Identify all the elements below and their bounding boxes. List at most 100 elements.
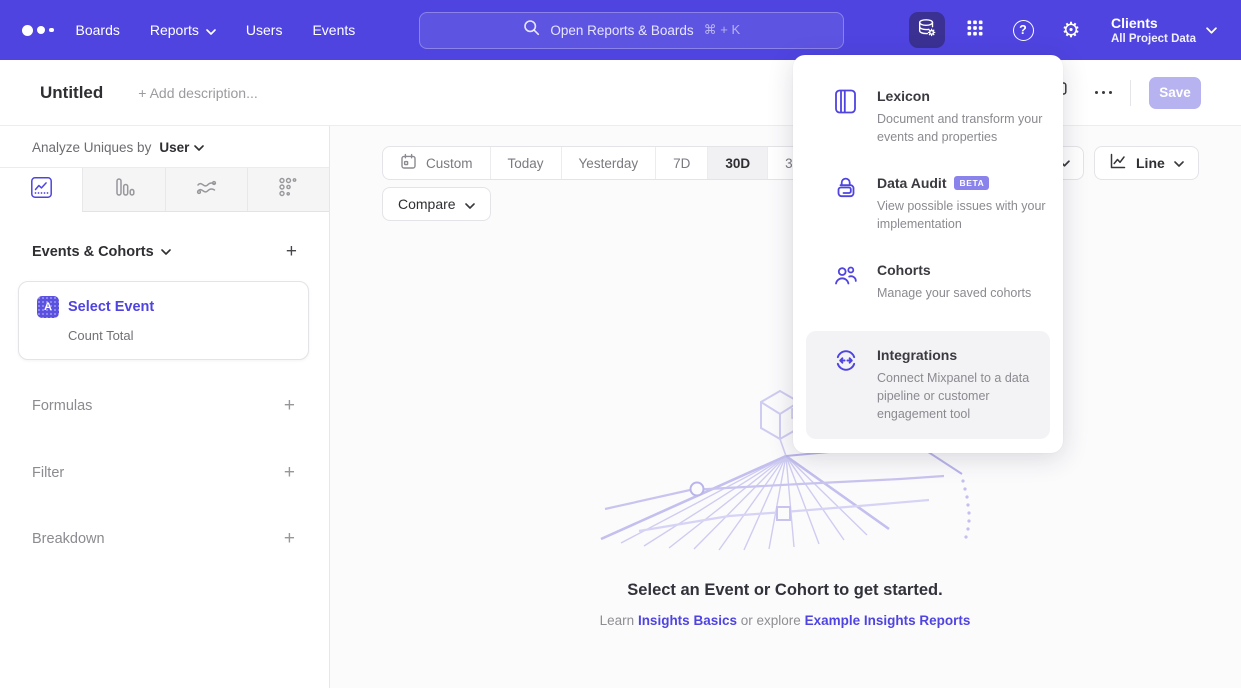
nav-reports-label: Reports	[150, 22, 199, 38]
date-range-label: 7D	[673, 156, 690, 171]
compare-dropdown[interactable]: Compare	[382, 187, 491, 221]
data-audit-icon	[833, 175, 859, 203]
flow-tab-icon	[195, 176, 218, 204]
chevron-down-icon	[206, 22, 216, 38]
formulas-section: Formulas +	[32, 396, 295, 415]
chevron-down-icon	[465, 196, 475, 212]
event-letter-badge: A	[37, 296, 59, 318]
date-range-30d-selected[interactable]: 30D	[707, 147, 767, 179]
query-sidebar: Analyze Uniques by User	[0, 126, 330, 688]
add-description-field[interactable]: + Add description...	[138, 85, 257, 101]
nav-events-label: Events	[312, 22, 355, 38]
report-title[interactable]: Untitled	[40, 83, 103, 103]
add-event-button[interactable]: +	[286, 242, 297, 261]
empty-state-title: Select an Event or Cohort to get started…	[330, 581, 1240, 600]
add-formula-button[interactable]: +	[284, 396, 295, 415]
date-range-7d[interactable]: 7D	[655, 147, 707, 179]
menu-item-description: Connect Mixpanel to a data pipeline or c…	[877, 369, 1034, 423]
add-filter-button[interactable]: +	[284, 463, 295, 482]
analyze-by-dropdown[interactable]: User	[159, 140, 204, 155]
select-event-button[interactable]: Select Event	[68, 299, 154, 315]
events-cohorts-dropdown[interactable]: Events & Cohorts	[32, 244, 171, 260]
search-shortcut: ⌘ + K	[704, 22, 741, 38]
cohorts-people-icon	[833, 262, 859, 290]
menu-item-description: View possible issues with your implement…	[877, 197, 1047, 233]
beta-badge: BETA	[954, 176, 989, 191]
search-icon	[523, 19, 540, 41]
chevron-down-icon	[1206, 21, 1217, 39]
tab-insights-line[interactable]	[0, 168, 82, 212]
question-icon: ?	[1013, 20, 1034, 41]
formulas-label: Formulas	[32, 398, 92, 414]
project-selector[interactable]: Clients All Project Data	[1111, 15, 1217, 45]
help-button[interactable]: ?	[1005, 12, 1041, 48]
example-reports-link[interactable]: Example Insights Reports	[805, 613, 971, 628]
search-placeholder: Open Reports & Boards	[550, 23, 693, 38]
logo-dot	[49, 28, 54, 33]
chart-type-label: Line	[1136, 155, 1165, 171]
middle-text: or explore	[741, 613, 801, 628]
tab-bar-chart[interactable]	[82, 168, 164, 212]
more-options-button[interactable]	[1095, 91, 1113, 95]
logo-dot	[22, 25, 33, 36]
chart-type-dropdown[interactable]: Line	[1094, 146, 1199, 180]
nav-boards[interactable]: Boards	[76, 22, 120, 38]
filter-section: Filter +	[32, 463, 295, 482]
date-range-label: Custom	[426, 156, 473, 171]
save-button[interactable]: Save	[1149, 77, 1201, 109]
menu-item-description: Document and transform your events and p…	[877, 110, 1047, 146]
chevron-down-icon	[194, 145, 204, 151]
chevron-down-icon	[161, 249, 171, 255]
mixpanel-insights-app: Boards Reports Users Events Open Reports…	[0, 0, 1241, 688]
date-range-custom[interactable]: Custom	[383, 147, 490, 179]
menu-item-title: Integrations	[877, 347, 1034, 363]
chart-type-tabs	[0, 167, 329, 212]
mixpanel-logo[interactable]	[22, 25, 54, 36]
grid-icon	[965, 18, 985, 43]
report-canvas: Custom Today Yesterday 7D 30D 3M 6M	[330, 126, 1241, 688]
navbar-right-tools: ? ⚙ Clients All Project Data	[909, 12, 1217, 48]
menu-item-data-audit[interactable]: Data Audit BETA View possible issues wit…	[793, 175, 1063, 233]
empty-state: Select an Event or Cohort to get started…	[330, 581, 1240, 628]
menu-item-integrations[interactable]: Integrations Connect Mixpanel to a data …	[806, 331, 1050, 439]
nav-users[interactable]: Users	[246, 22, 283, 38]
learn-prefix: Learn	[600, 613, 635, 628]
analyze-prefix: Analyze Uniques by	[32, 140, 151, 155]
insights-basics-link[interactable]: Insights Basics	[638, 613, 737, 628]
bar-chart-tab-icon	[113, 176, 135, 203]
menu-item-title: Lexicon	[877, 88, 1047, 104]
events-cohorts-header: Events & Cohorts +	[32, 242, 297, 261]
date-range-today[interactable]: Today	[490, 147, 561, 179]
tab-retention[interactable]	[247, 168, 329, 212]
menu-item-title: Cohorts	[877, 262, 1031, 278]
menu-item-lexicon[interactable]: Lexicon Document and transform your even…	[793, 88, 1063, 146]
line-chart-icon	[1109, 152, 1127, 175]
events-cohorts-label: Events & Cohorts	[32, 244, 154, 260]
menu-item-description: Manage your saved cohorts	[877, 284, 1031, 302]
settings-button[interactable]: ⚙	[1053, 12, 1089, 48]
dots-grid-tab-icon	[277, 176, 299, 203]
nav-events[interactable]: Events	[312, 22, 355, 38]
line-chart-tab-icon	[30, 176, 53, 204]
event-card[interactable]: A Select Event Count Total	[18, 281, 309, 360]
date-range-label: Today	[508, 156, 544, 171]
analyze-value: User	[159, 140, 189, 155]
date-range-label: Yesterday	[579, 156, 639, 171]
tab-flow[interactable]	[165, 168, 247, 212]
global-search-input[interactable]: Open Reports & Boards ⌘ + K	[419, 12, 844, 49]
date-range-yesterday[interactable]: Yesterday	[561, 147, 656, 179]
chevron-down-icon	[1174, 154, 1184, 172]
count-total-dropdown[interactable]: Count Total	[68, 328, 296, 343]
divider	[1130, 80, 1131, 106]
menu-item-title: Data Audit	[877, 175, 946, 191]
filter-label: Filter	[32, 465, 64, 481]
nav-users-label: Users	[246, 22, 283, 38]
apps-grid-button[interactable]	[957, 12, 993, 48]
menu-item-cohorts[interactable]: Cohorts Manage your saved cohorts	[793, 262, 1063, 302]
add-breakdown-button[interactable]: +	[284, 529, 295, 548]
date-range-label: 30D	[725, 156, 750, 171]
data-management-button[interactable]	[909, 12, 945, 48]
compare-label: Compare	[398, 196, 456, 212]
lexicon-book-icon	[833, 88, 859, 116]
nav-reports[interactable]: Reports	[150, 22, 216, 38]
